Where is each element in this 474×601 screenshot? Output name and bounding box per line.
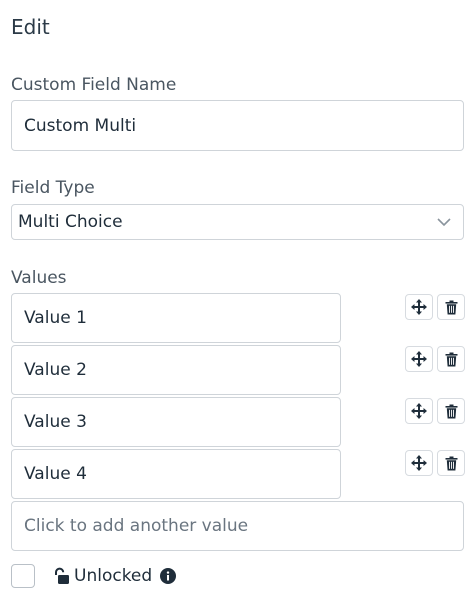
- field-type-label: Field Type: [11, 178, 95, 198]
- trash-icon: [445, 300, 457, 314]
- move-button[interactable]: [405, 398, 433, 424]
- field-type-selected-value: Multi Choice: [18, 212, 123, 232]
- unlocked-padlock-icon: [55, 567, 69, 584]
- move-icon: [411, 403, 427, 419]
- field-type-select[interactable]: Multi Choice: [11, 204, 464, 240]
- chevron-down-icon: [437, 218, 451, 227]
- page-title: Edit: [11, 15, 50, 39]
- values-label: Values: [11, 268, 67, 288]
- lock-status-label: Unlocked: [74, 566, 153, 586]
- delete-button[interactable]: [437, 294, 465, 320]
- lock-status: Unlocked: [52, 566, 177, 586]
- value-input[interactable]: Value 1: [11, 293, 341, 343]
- add-value-placeholder: Click to add another value: [24, 516, 249, 536]
- value-text: Value 2: [24, 360, 87, 380]
- value-row: Value 1: [11, 293, 341, 343]
- lock-checkbox[interactable]: [11, 564, 35, 588]
- move-button[interactable]: [405, 346, 433, 372]
- trash-icon: [445, 456, 457, 470]
- move-button[interactable]: [405, 294, 433, 320]
- value-row: Value 3: [11, 397, 341, 447]
- custom-field-name-value: Custom Multi: [24, 115, 137, 136]
- value-input[interactable]: Value 3: [11, 397, 341, 447]
- trash-icon: [445, 352, 457, 366]
- custom-field-name-label: Custom Field Name: [11, 75, 177, 95]
- move-icon: [411, 351, 427, 367]
- value-text: Value 1: [24, 308, 87, 328]
- value-input[interactable]: Value 4: [11, 449, 341, 499]
- value-input[interactable]: Value 2: [11, 345, 341, 395]
- move-icon: [411, 455, 427, 471]
- move-button[interactable]: [405, 450, 433, 476]
- value-text: Value 4: [24, 464, 87, 484]
- move-icon: [411, 299, 427, 315]
- delete-button[interactable]: [437, 450, 465, 476]
- value-row: Value 2: [11, 345, 341, 395]
- edit-panel: Edit Custom Field Name Custom Multi Fiel…: [0, 0, 474, 601]
- info-icon[interactable]: [160, 568, 177, 584]
- value-row: Value 4: [11, 449, 341, 499]
- custom-field-name-input[interactable]: Custom Multi: [11, 100, 464, 151]
- value-text: Value 3: [24, 412, 87, 432]
- delete-button[interactable]: [437, 346, 465, 372]
- delete-button[interactable]: [437, 398, 465, 424]
- trash-icon: [445, 404, 457, 418]
- add-value-input[interactable]: Click to add another value: [11, 501, 464, 551]
